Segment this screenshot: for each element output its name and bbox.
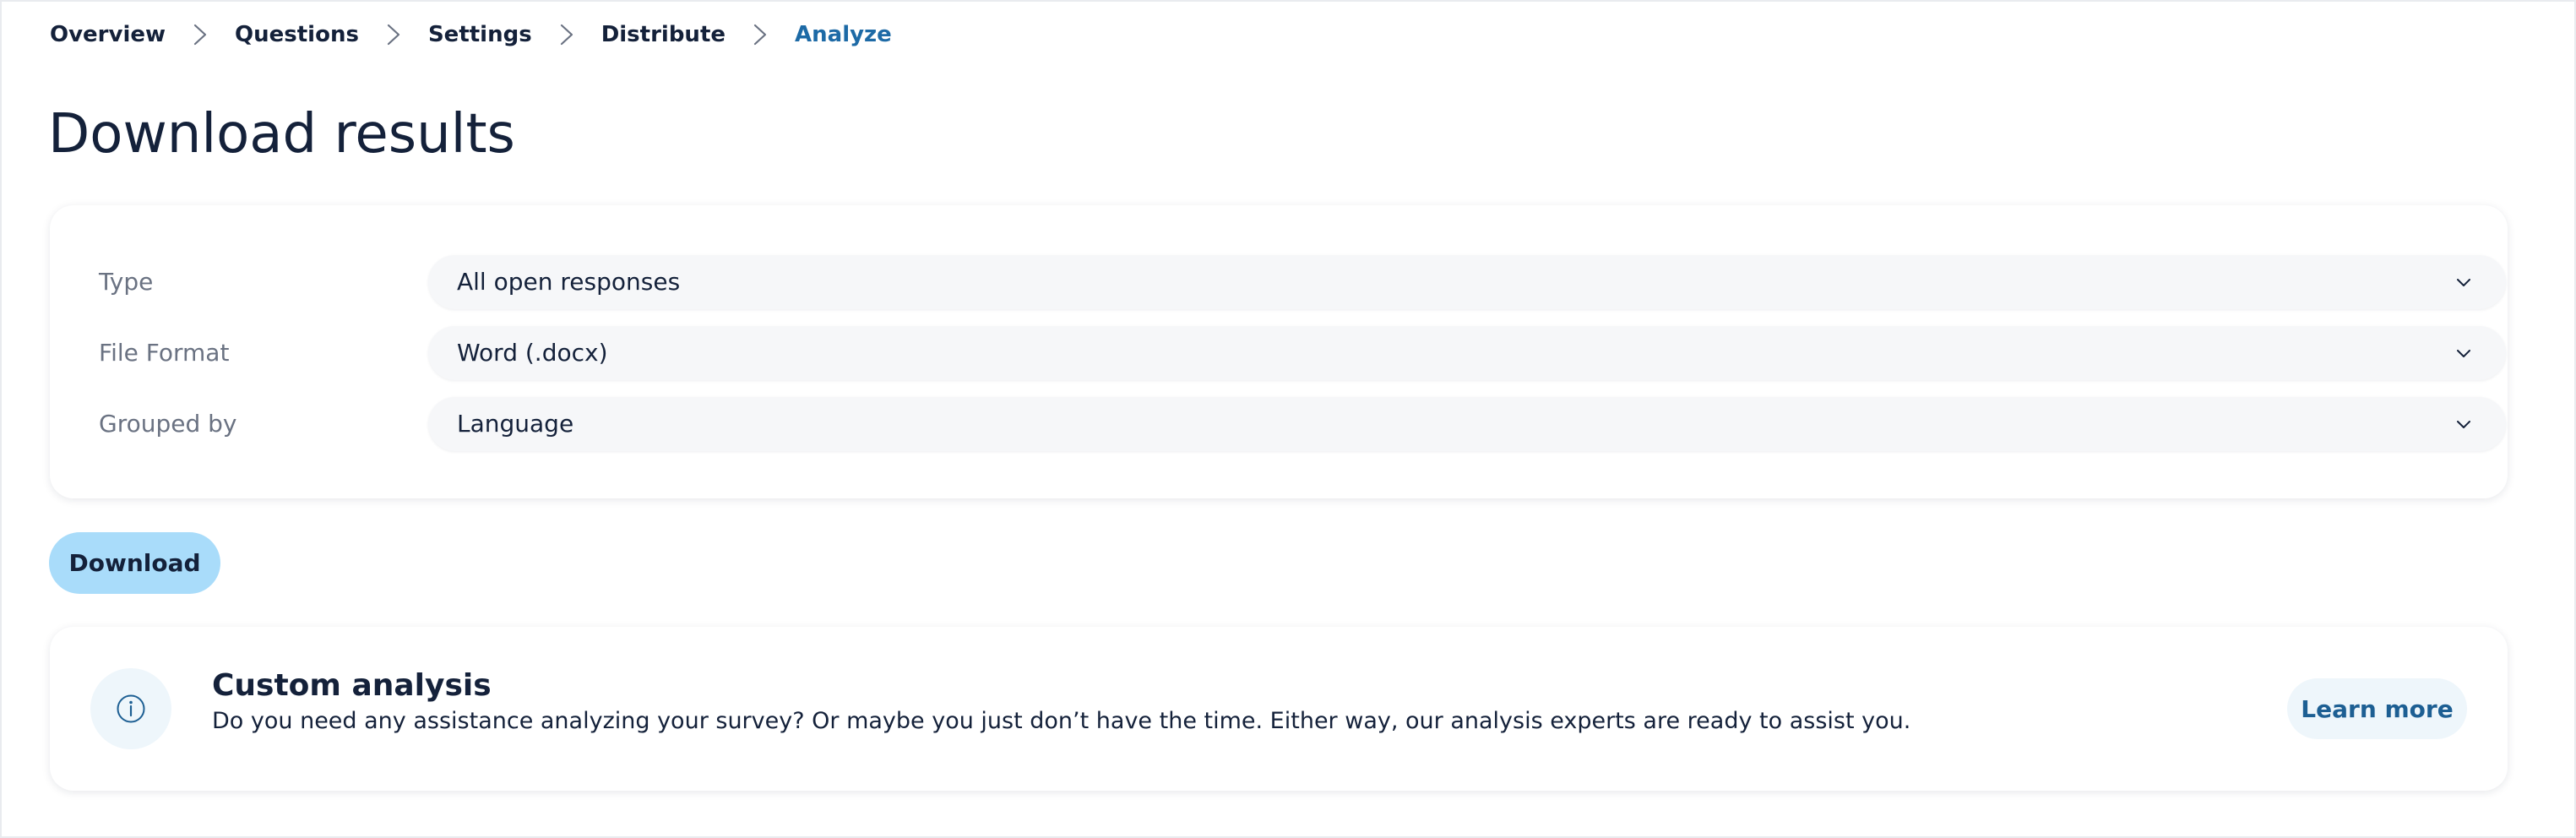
breadcrumb-item-distribute[interactable]: Distribute	[601, 20, 726, 49]
grouped-by-select-value: Language	[457, 410, 574, 438]
info-icon	[90, 668, 171, 749]
file-format-select-value: Word (.docx)	[457, 339, 608, 367]
breadcrumb-item-overview[interactable]: Overview	[50, 20, 166, 49]
type-select[interactable]: All open responses	[428, 255, 2506, 309]
custom-analysis-card: Custom analysis Do you need any assistan…	[50, 627, 2508, 791]
breadcrumb-item-questions[interactable]: Questions	[235, 20, 359, 49]
file-format-field: File Format Word (.docx)	[99, 326, 2508, 380]
breadcrumb: Overview Questions Settings Distribute A…	[50, 20, 892, 49]
type-field: Type All open responses	[99, 255, 2508, 309]
grouped-by-label: Grouped by	[99, 410, 237, 438]
page-frame: Overview Questions Settings Distribute A…	[0, 0, 2576, 838]
chevron-down-icon	[2454, 272, 2474, 292]
custom-analysis-title: Custom analysis	[212, 668, 492, 703]
chevron-down-icon	[2454, 343, 2474, 363]
download-button[interactable]: Download	[49, 532, 220, 594]
grouped-by-select[interactable]: Language	[428, 397, 2506, 451]
type-label: Type	[99, 268, 154, 296]
download-settings-card: Type All open responses File Format Word…	[50, 205, 2508, 498]
file-format-select[interactable]: Word (.docx)	[428, 326, 2506, 380]
chevron-right-icon	[376, 24, 411, 46]
breadcrumb-item-analyze[interactable]: Analyze	[795, 20, 892, 49]
chevron-right-icon	[182, 24, 218, 46]
page-title: Download results	[48, 103, 515, 166]
learn-more-button[interactable]: Learn more	[2287, 678, 2467, 739]
type-select-value: All open responses	[457, 268, 681, 296]
chevron-right-icon	[742, 24, 778, 46]
breadcrumb-item-settings[interactable]: Settings	[428, 20, 532, 49]
grouped-by-field: Grouped by Language	[99, 397, 2508, 451]
chevron-down-icon	[2454, 414, 2474, 434]
file-format-label: File Format	[99, 339, 230, 367]
chevron-right-icon	[549, 24, 584, 46]
custom-analysis-description: Do you need any assistance analyzing you…	[212, 708, 1911, 734]
